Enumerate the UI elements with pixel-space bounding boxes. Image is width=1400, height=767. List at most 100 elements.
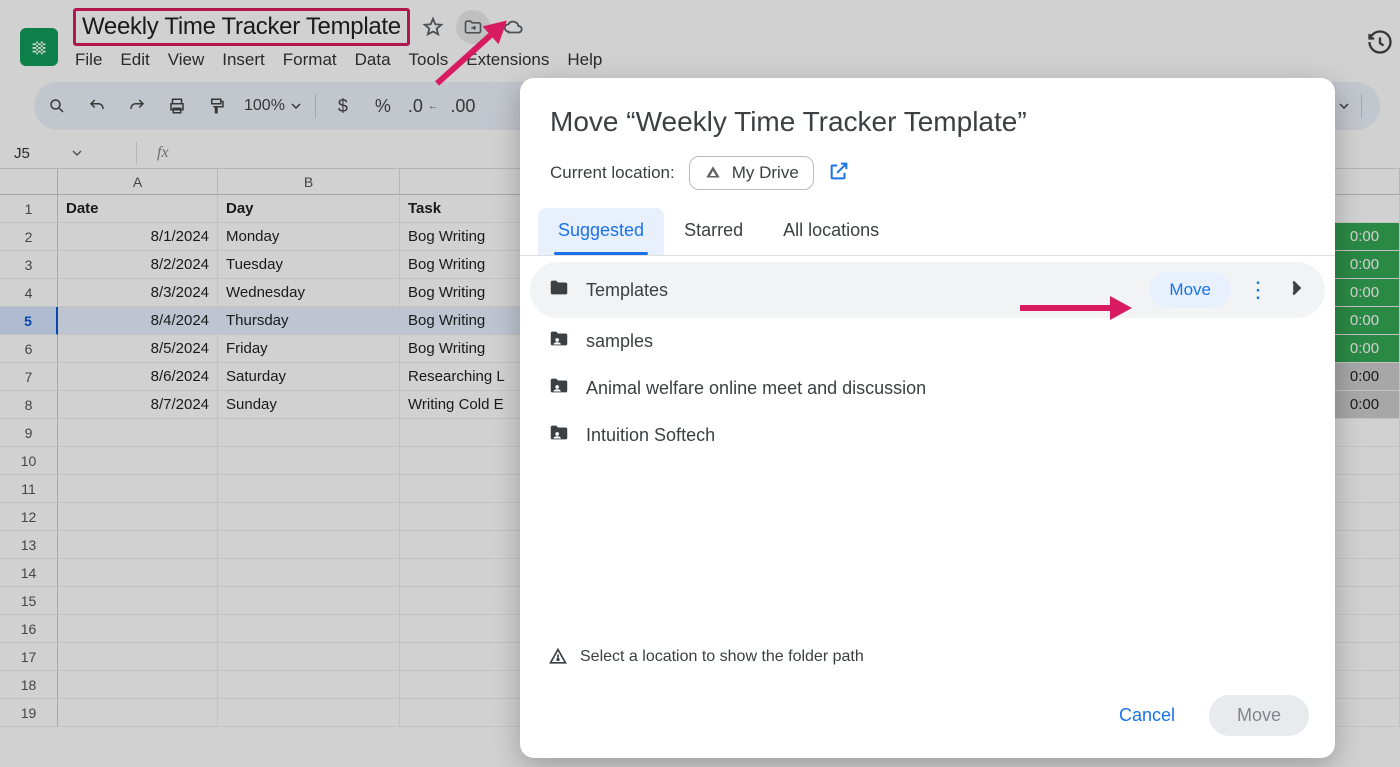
cell-time[interactable] [1330,419,1400,447]
cell-time[interactable] [1330,195,1400,223]
paint-format-icon[interactable] [204,93,230,119]
cell-date[interactable] [58,699,218,727]
cell-day[interactable]: Monday [218,223,400,251]
print-icon[interactable] [164,93,190,119]
row-header[interactable]: 17 [0,643,58,671]
row-header[interactable]: 3 [0,251,58,279]
tab-suggested[interactable]: Suggested [538,208,664,255]
cell-time[interactable] [1330,531,1400,559]
row-header[interactable]: 1 [0,195,58,223]
cell-date[interactable]: 8/2/2024 [58,251,218,279]
row-header[interactable]: 18 [0,671,58,699]
zoom-select[interactable]: 100% [244,97,301,115]
cell-day[interactable] [218,475,400,503]
cell-day[interactable]: Sunday [218,391,400,419]
cell-date[interactable] [58,559,218,587]
cell-day[interactable]: Wednesday [218,279,400,307]
cell-date[interactable] [58,419,218,447]
menu-edit[interactable]: Edit [120,50,149,70]
move-button[interactable]: Move [1209,695,1309,736]
cell-day[interactable] [218,419,400,447]
menu-insert[interactable]: Insert [222,50,265,70]
cell-day[interactable] [218,587,400,615]
column-header-b[interactable]: B [218,169,400,195]
column-header-right[interactable] [1330,169,1400,195]
cell-day[interactable] [218,531,400,559]
cell-day[interactable] [218,447,400,475]
cell-time[interactable]: 0:00 [1330,335,1400,363]
cell-day[interactable]: Friday [218,335,400,363]
row-header[interactable]: 11 [0,475,58,503]
undo-icon[interactable] [84,93,110,119]
menu-format[interactable]: Format [283,50,337,70]
cell-time[interactable] [1330,559,1400,587]
cell-day[interactable] [218,559,400,587]
cell-time[interactable]: 0:00 [1330,251,1400,279]
cell-date[interactable] [58,615,218,643]
cell-time[interactable] [1330,615,1400,643]
chevron-right-icon[interactable] [1285,277,1307,304]
chevron-down-icon[interactable] [72,148,82,158]
row-header[interactable]: 8 [0,391,58,419]
cell-time[interactable] [1330,475,1400,503]
sheets-logo-icon[interactable] [20,28,58,66]
row-header[interactable]: 12 [0,503,58,531]
cell-time[interactable]: 0:00 [1330,279,1400,307]
doc-title-input[interactable]: Weekly Time Tracker Template [73,8,410,46]
cell-date[interactable]: 8/6/2024 [58,363,218,391]
increase-decimal-icon[interactable]: .00 [450,93,476,119]
cell-time[interactable] [1330,503,1400,531]
row-header[interactable]: 2 [0,223,58,251]
column-header-a[interactable]: A [58,169,218,195]
cell-date[interactable]: Date [58,195,218,223]
row-header[interactable]: 14 [0,559,58,587]
row-header[interactable]: 15 [0,587,58,615]
search-menus-icon[interactable] [44,93,70,119]
format-percent-icon[interactable]: % [370,93,396,119]
cell-date[interactable]: 8/4/2024 [58,307,218,335]
row-header[interactable]: 16 [0,615,58,643]
cancel-button[interactable]: Cancel [1101,695,1193,736]
cell-time[interactable] [1330,447,1400,475]
cell-day[interactable]: Saturday [218,363,400,391]
cell-date[interactable]: 8/3/2024 [58,279,218,307]
cell-time[interactable]: 0:00 [1330,391,1400,419]
cell-day[interactable] [218,699,400,727]
row-header[interactable]: 6 [0,335,58,363]
row-header[interactable]: 9 [0,419,58,447]
cell-day[interactable]: Thursday [218,307,400,335]
redo-icon[interactable] [124,93,150,119]
cell-time[interactable]: 0:00 [1330,363,1400,391]
cell-day[interactable] [218,615,400,643]
select-all-corner[interactable] [0,169,58,195]
tab-all-locations[interactable]: All locations [763,208,899,255]
cell-time[interactable]: 0:00 [1330,307,1400,335]
format-currency-icon[interactable]: $ [330,93,356,119]
cell-time[interactable] [1330,699,1400,727]
cell-time[interactable]: 0:00 [1330,223,1400,251]
row-header[interactable]: 7 [0,363,58,391]
cell-day[interactable]: Tuesday [218,251,400,279]
cell-day[interactable] [218,503,400,531]
current-location-chip[interactable]: My Drive [689,156,814,190]
folder-row[interactable]: samples [530,318,1325,365]
menu-file[interactable]: File [75,50,102,70]
more-options-icon[interactable]: ⋮ [1241,277,1275,303]
cell-date[interactable]: 8/7/2024 [58,391,218,419]
chevron-down-icon[interactable] [1339,101,1349,111]
menu-help[interactable]: Help [567,50,602,70]
cell-date[interactable] [58,503,218,531]
name-box-input[interactable] [14,145,64,162]
tab-starred[interactable]: Starred [664,208,763,255]
cell-date[interactable]: 8/5/2024 [58,335,218,363]
cell-date[interactable] [58,671,218,699]
cell-date[interactable] [58,587,218,615]
cell-date[interactable] [58,531,218,559]
row-header[interactable]: 19 [0,699,58,727]
open-in-new-icon[interactable] [828,160,850,187]
cell-day[interactable] [218,643,400,671]
star-icon[interactable] [422,16,444,38]
folder-row[interactable]: Animal welfare online meet and discussio… [530,365,1325,412]
row-header[interactable]: 5 [0,307,58,335]
menu-view[interactable]: View [168,50,205,70]
